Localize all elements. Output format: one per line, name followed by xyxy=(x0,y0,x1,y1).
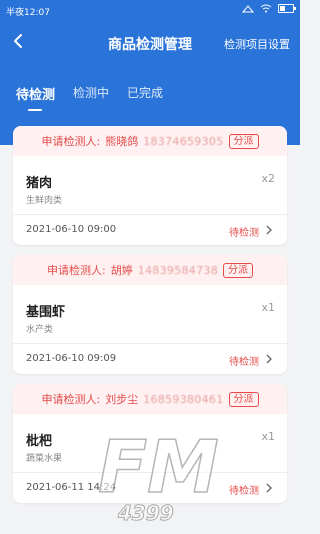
applicant-name: 刘步尘 xyxy=(105,393,139,406)
assign-button[interactable]: 分派 xyxy=(228,133,259,149)
applicant-name: 熊晓鸽 xyxy=(105,135,139,148)
wifi-icon xyxy=(260,4,272,13)
header-background: 半夜12:07 商品检测管理 检测项目设置 待检测 检测中 已完成 xyxy=(0,0,300,145)
assign-button[interactable]: 分派 xyxy=(228,391,259,407)
product-name: 基围虾 xyxy=(26,305,66,320)
assign-button[interactable]: 分派 xyxy=(223,262,253,278)
product-category: 水产类 xyxy=(26,325,54,335)
tab-pending[interactable]: 待检测 xyxy=(16,84,55,111)
inspection-list: 申请检测人: 熊晓鸽 18374659305 分派 猪肉 生鲜肉类 x2 202… xyxy=(13,126,287,513)
product-quantity: x2 xyxy=(261,172,275,185)
applicant-phone: 16859380461 xyxy=(143,392,224,406)
product-quantity: x1 xyxy=(261,301,275,314)
inspection-card[interactable]: 申请检测人: 刘步尘 16859380461 分派 枇杷 蔬菜水果 x1 202… xyxy=(13,384,287,503)
applicant-row: 申请检测人: 熊晓鸽 18374659305 分派 xyxy=(13,126,287,156)
status-badge: 待检测 xyxy=(229,486,259,497)
tab-in-progress[interactable]: 检测中 xyxy=(73,84,109,103)
card-footer[interactable]: 2021-06-10 09:09 待检测 xyxy=(13,344,287,374)
applicant-phone: 14839584738 xyxy=(137,263,218,277)
product-quantity: x1 xyxy=(261,430,275,443)
inspection-card[interactable]: 申请检测人: 胡婷 14839584738 分派 基围虾 水产类 x1 2021… xyxy=(13,255,287,374)
applicant-name: 胡婷 xyxy=(110,264,133,277)
applicant-phone: 18374659305 xyxy=(143,134,224,148)
signal-icon xyxy=(242,4,254,12)
product-info: 枇杷 蔬菜水果 x1 xyxy=(13,414,287,473)
product-name: 猪肉 xyxy=(26,176,53,191)
request-date: 2021-06-11 14:24 xyxy=(26,482,117,493)
applicant-label: 申请检测人: xyxy=(46,264,106,277)
status-icons xyxy=(242,4,296,13)
applicant-row: 申请检测人: 胡婷 14839584738 分派 xyxy=(13,255,287,285)
applicant-label: 申请检测人: xyxy=(41,135,101,148)
chevron-right-icon[interactable] xyxy=(263,482,275,494)
product-category: 蔬菜水果 xyxy=(26,454,63,464)
tab-completed[interactable]: 已完成 xyxy=(127,84,163,103)
request-date: 2021-06-10 09:09 xyxy=(26,353,117,364)
request-date: 2021-06-10 09:00 xyxy=(26,224,117,235)
product-name: 枇杷 xyxy=(26,434,53,449)
status-bar: 半夜12:07 xyxy=(0,0,300,20)
battery-icon xyxy=(278,4,296,13)
inspection-card[interactable]: 申请检测人: 熊晓鸽 18374659305 分派 猪肉 生鲜肉类 x2 202… xyxy=(13,126,287,245)
card-footer[interactable]: 2021-06-11 14:24 待检测 xyxy=(13,473,287,503)
applicant-row: 申请检测人: 刘步尘 16859380461 分派 xyxy=(13,384,287,414)
chevron-right-icon[interactable] xyxy=(263,224,275,236)
applicant-label: 申请检测人: xyxy=(41,393,101,406)
product-info: 猪肉 生鲜肉类 x2 xyxy=(13,156,287,215)
status-time: 半夜12:07 xyxy=(6,8,50,18)
card-footer[interactable]: 2021-06-10 09:00 待检测 xyxy=(13,215,287,245)
product-info: 基围虾 水产类 x1 xyxy=(13,285,287,344)
battery-level xyxy=(280,6,286,11)
product-category: 生鲜肉类 xyxy=(26,196,63,206)
status-badge: 待检测 xyxy=(229,228,259,239)
status-badge: 待检测 xyxy=(229,357,259,368)
nav-bar: 商品检测管理 检测项目设置 xyxy=(0,28,300,58)
status-tabs: 待检测 检测中 已完成 xyxy=(16,84,163,111)
chevron-right-icon[interactable] xyxy=(263,353,275,365)
detection-settings-link[interactable]: 检测项目设置 xyxy=(224,36,290,52)
